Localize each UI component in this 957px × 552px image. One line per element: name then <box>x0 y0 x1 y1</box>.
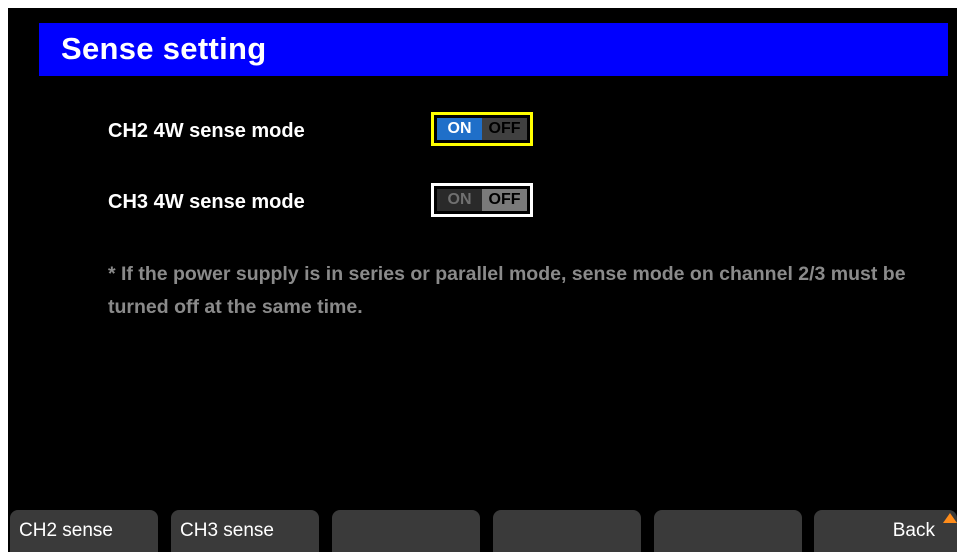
softkey-ch3-sense[interactable]: CH3 sense <box>171 510 319 552</box>
ch3-sense-mode-label: CH3 4W sense mode <box>108 191 305 213</box>
sense-mode-note: * If the power supply is in series or pa… <box>108 263 906 318</box>
softkey-bar: CH2 sense CH3 sense Back <box>8 510 957 552</box>
title-bar: Sense setting <box>39 23 948 76</box>
menu-up-arrow-icon <box>943 513 957 523</box>
ch2-sense-mode-label: CH2 4W sense mode <box>108 120 305 142</box>
ch3-toggle-on[interactable]: ON <box>437 189 482 211</box>
ch3-sense-mode-toggle[interactable]: ON OFF <box>431 183 533 217</box>
screen: Sense setting CH2 4W sense mode ON OFF C… <box>8 8 957 552</box>
ch2-toggle-off[interactable]: OFF <box>482 118 527 140</box>
ch2-toggle-on[interactable]: ON <box>437 118 482 140</box>
ch2-sense-mode-toggle[interactable]: ON OFF <box>431 112 533 146</box>
softkey-5[interactable] <box>654 510 802 552</box>
page-title: Sense setting <box>61 31 267 66</box>
softkey-4[interactable] <box>493 510 641 552</box>
softkey-ch2-sense[interactable]: CH2 sense <box>10 510 158 552</box>
ch3-toggle-off[interactable]: OFF <box>482 189 527 211</box>
softkey-3[interactable] <box>332 510 480 552</box>
softkey-back[interactable]: Back <box>814 510 957 552</box>
